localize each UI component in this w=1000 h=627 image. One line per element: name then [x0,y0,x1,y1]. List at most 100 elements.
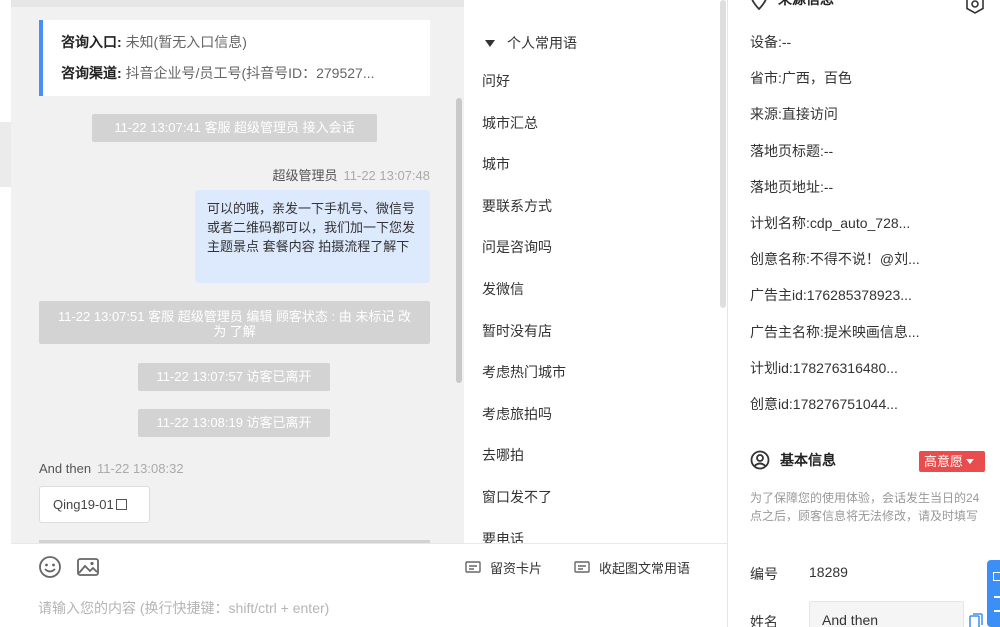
customer-number-field: 编号 18289 [750,564,848,584]
source-row-advertiser-id: 广告主id:176285378923... [750,277,990,313]
customer-name-input[interactable]: And then [809,601,964,627]
floating-tool-icon [993,572,1000,581]
source-row-creative-id: 创意id:178276751044... [750,386,990,422]
source-value: 广西，百色 [781,70,852,87]
lead-card-label: 留资卡片 [490,561,543,576]
phrases-panel: 个人常用语 问好 城市汇总 城市 要联系方式 问是咨询吗 发微信 暂时没有店 考… [464,0,727,543]
source-row-device: 设备:-- [750,24,990,60]
phrase-item[interactable]: 问好 [482,61,566,103]
gutter-tab[interactable] [0,122,11,187]
visitor-message-text: Qing19-01 [53,497,114,512]
source-key: 计划id: [750,359,793,376]
floating-label-line [994,610,1000,612]
phrase-item[interactable]: 去哪拍 [482,435,566,477]
inquiry-card: 咨询入口: 未知(暂无入口信息) 咨询渠道: 抖音企业号/员工号(抖音号ID：2… [39,20,430,96]
source-row-landing-url: 落地页地址:-- [750,169,990,205]
lead-card-button[interactable]: 留资卡片 [465,558,542,577]
source-key: 来源: [750,106,782,123]
chat-top-shade [11,0,464,7]
chat-scrollbar[interactable] [456,98,462,383]
chat-panel: 咨询入口: 未知(暂无入口信息) 咨询渠道: 抖音企业号/员工号(抖音号ID：2… [11,0,464,543]
message-input[interactable]: 请输入您的内容 (换行快捷键：shift/ctrl + enter) [38,598,329,618]
system-message: 11-22 13:07:41 客服 超级管理员 接入会话 [92,114,377,142]
edit-deadline-note: 为了保障您的使用体验，会话发生当日的24点之后，顾客信息将无法修改，请及时填写 [750,491,980,523]
phrase-item[interactable]: 窗口发不了 [482,477,566,519]
source-key: 计划名称: [750,214,810,231]
source-value: 176285378923... [806,287,912,304]
visitor-time: 11-22 13:08:32 [97,461,184,476]
customer-info-panel: 来源信息 设备:-- 省市:广西，百色 来源:直接访问 落地页标题:-- 落地页… [728,0,1000,627]
source-value: cdp_auto_728... [809,214,911,231]
source-key: 广告主id: [750,287,807,304]
phrases-scrollbar[interactable] [720,0,726,308]
left-gutter [0,0,11,627]
source-row-region: 省市:广西，百色 [750,60,990,96]
system-message: 11-22 13:07:57 访客已离开 [138,363,330,391]
floating-side-button[interactable] [987,560,1000,627]
source-info-title: 来源信息 [778,0,834,9]
agent-name: 超级管理员 [272,168,338,183]
edit-icon[interactable] [965,0,985,14]
user-circle-icon [750,450,770,470]
visitor-name: And then [39,461,92,476]
emoji-icon[interactable] [38,555,62,579]
visitor-message-meta: And then 11-22 13:08:32 [39,461,184,476]
copy-icon[interactable] [115,499,127,510]
inquiry-entry-value: 未知(暂无入口信息) [125,34,247,50]
phrase-item[interactable]: 要联系方式 [482,186,566,228]
source-value: -- [823,142,834,159]
source-key: 设备: [750,34,782,50]
location-pin-icon [751,0,767,10]
inquiry-channel-row: 咨询渠道: 抖音企业号/员工号(抖音号ID：279527... [61,63,430,94]
source-row-plan-id: 计划id:178276316480... [750,350,990,386]
collapse-phrases-button[interactable]: 收起图文常用语 [574,558,690,577]
source-value: -- [823,178,834,195]
phrases-list: 问好 城市汇总 城市 要联系方式 问是咨询吗 发微信 暂时没有店 考虑热门城市 … [482,61,566,543]
phrase-item[interactable]: 问是咨询吗 [482,227,566,269]
source-row-landing-title: 落地页标题:-- [750,133,990,169]
app-root: 咨询入口: 未知(暂无入口信息) 咨询渠道: 抖音企业号/员工号(抖音号ID：2… [0,0,1000,627]
source-key: 落地页标题: [750,142,824,159]
image-icon[interactable] [76,555,100,579]
phrase-item[interactable]: 考虑热门城市 [482,352,566,394]
copy-icon[interactable] [969,613,983,627]
message-composer: 留资卡片 收起图文常用语 请输入您的内容 (换行快捷键：shift/ctrl +… [11,543,727,627]
message-icon [574,560,590,573]
source-value: 不得不说！@刘... [809,251,920,268]
source-key: 落地页地址: [750,178,824,195]
system-message: 11-22 13:08:19 访客已离开 [138,409,330,437]
source-value: 直接访问 [781,106,838,123]
phrases-group-header[interactable]: 个人常用语 [485,33,577,53]
phrases-group-title: 个人常用语 [507,35,577,51]
agent-message-meta: 超级管理员 11-22 13:07:48 [211,165,430,184]
source-value: 提米映画信息... [823,323,920,340]
source-info-rows: 设备:-- 省市:广西，百色 来源:直接访问 落地页标题:-- 落地页地址:--… [750,24,990,422]
phrase-item[interactable]: 暂时没有店 [482,311,566,353]
agent-time: 11-22 13:07:48 [343,168,431,183]
basic-info-title: 基本信息 [780,452,836,468]
phrase-item[interactable]: 城市汇总 [482,103,566,145]
agent-message-bubble: 可以的哦，亲发一下手机号、微信号或者二维码都可以，我们加一下您发主题景点 套餐内… [195,190,430,283]
source-row-plan-name: 计划名称:cdp_auto_728... [750,205,990,241]
phrase-item[interactable]: 城市 [482,144,566,186]
source-value: 178276751044... [792,395,898,412]
floating-label-line [994,596,1000,598]
basic-info-header: 基本信息 [750,450,836,470]
source-row-origin: 来源:直接访问 [750,96,990,132]
inquiry-channel-label: 咨询渠道: [61,65,122,81]
phrase-item[interactable]: 考虑旅拍吗 [482,394,566,436]
customer-number-label: 编号 [750,566,778,582]
source-key: 省市: [750,70,782,87]
source-row-creative-name: 创意名称:不得不说！@刘... [750,241,990,277]
inquiry-entry-label: 咨询入口: [61,34,122,50]
phrase-item[interactable]: 发微信 [482,269,566,311]
source-key: 创意id: [750,395,793,412]
intent-level-dropdown[interactable]: 高意愿 [919,451,985,472]
inquiry-entry-row: 咨询入口: 未知(暂无入口信息) [61,32,430,63]
source-value: -- [781,34,792,50]
phrase-item[interactable]: 要电话 [482,519,566,543]
customer-number-value: 18289 [809,564,848,580]
source-key: 广告主名称: [750,323,824,340]
visitor-message-bubble: Qing19-01 [39,486,150,523]
source-key: 创意名称: [750,251,810,268]
